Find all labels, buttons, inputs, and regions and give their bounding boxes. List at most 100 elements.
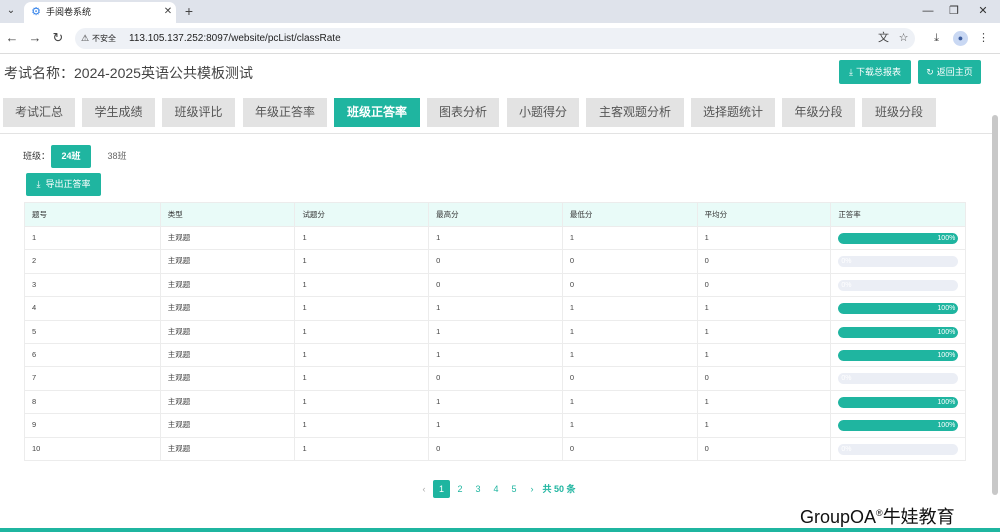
address-bar[interactable]: ⚠ 不安全 113.105.137.252:8097/website/pcList…	[75, 28, 915, 49]
class-option-24[interactable]: 24班	[51, 145, 91, 168]
forward-arrow-icon[interactable]: →	[27, 30, 43, 46]
profile-avatar-icon[interactable]: ●	[953, 31, 968, 46]
restore-icon[interactable]: ❐	[946, 3, 962, 19]
tab-student-scores[interactable]: 学生成绩	[82, 98, 155, 127]
tab-grade-accuracy[interactable]: 年级正答率	[243, 98, 327, 127]
security-indicator[interactable]: ⚠ 不安全	[81, 32, 116, 45]
cell-question-no: 7	[32, 373, 37, 383]
minimize-icon[interactable]: —	[920, 3, 936, 19]
header-min-score: 最低分	[561, 203, 697, 226]
tab-choice-stats[interactable]: 选择题统计	[691, 98, 775, 127]
download-report-button[interactable]: ⤓ 下载总报表	[839, 60, 911, 84]
page-header: 考试名称：2024-2025英语公共模板测试 ⤓ 下载总报表 ↻ 返回主页	[0, 55, 992, 95]
cell-avg-score: 1	[696, 297, 831, 320]
more-menu-icon[interactable]: ⋮	[976, 31, 991, 46]
watermark-reg: ®	[876, 508, 883, 518]
cell-min-score: 0	[561, 250, 697, 273]
warning-icon: ⚠	[81, 33, 90, 43]
tab-subjective-objective[interactable]: 主客观题分析	[586, 98, 684, 127]
accuracy-progress-text: 100%	[937, 398, 956, 406]
tab-class-ranking[interactable]: 班级评比	[162, 98, 235, 127]
cell-avg-score: 0	[696, 250, 831, 273]
browser-tab[interactable]: ⚙ 手阅卷系统 ✕	[24, 2, 176, 23]
accuracy-progress-bar: 0%	[838, 256, 959, 268]
export-accuracy-label: 导出正答率	[45, 179, 91, 189]
header-type: 类型	[159, 203, 295, 226]
page-scrollbar[interactable]	[992, 115, 998, 495]
prev-page-chevron-icon[interactable]: ‹	[418, 480, 430, 498]
return-home-button[interactable]: ↻ 返回主页	[918, 60, 981, 84]
tab-search-chevron-icon[interactable]: ⌄	[4, 4, 18, 18]
download-tray-icon[interactable]: ⤓	[929, 31, 944, 46]
accuracy-progress-bar: 100%	[838, 326, 959, 338]
accuracy-progress-text: 100%	[937, 422, 956, 430]
cell-avg-score: 0	[696, 437, 831, 460]
page-1[interactable]: 1	[433, 480, 450, 498]
export-accuracy-button[interactable]: ⤓ 导出正答率	[26, 173, 101, 196]
cell-full-score: 1	[294, 390, 428, 414]
tab-item-scores[interactable]: 小题得分	[507, 98, 579, 127]
table-row: 9 主观题 1 1 1 1 100%	[25, 413, 965, 437]
cell-max-score: 1	[428, 320, 562, 343]
accuracy-progress-text: 100%	[937, 328, 956, 336]
gear-icon: ⚙	[31, 6, 41, 18]
class-filter-label: 班级：	[23, 151, 51, 161]
reload-icon[interactable]: ↻	[50, 30, 66, 46]
back-arrow-icon[interactable]: ←	[4, 30, 20, 46]
cell-accuracy: 100%	[830, 227, 965, 250]
bottom-accent-bar	[0, 528, 1000, 532]
browser-tabstrip: ⌄ ⚙ 手阅卷系统 ✕ + — ❐ ✕	[0, 0, 1000, 23]
header-accuracy: 正答率	[830, 203, 965, 226]
cell-avg-score: 1	[696, 227, 831, 250]
cell-avg-score: 1	[696, 390, 831, 414]
close-icon[interactable]: ✕	[162, 6, 174, 18]
cell-avg-score: 0	[696, 367, 831, 390]
class-option-38[interactable]: 38班	[97, 145, 137, 168]
download-icon: ⤓	[36, 179, 41, 189]
header-avg-score: 平均分	[696, 203, 831, 226]
accuracy-progress-bar: 0%	[838, 373, 959, 385]
cell-avg-score: 0	[696, 273, 831, 297]
tab-class-segments[interactable]: 班级分段	[862, 98, 936, 127]
accuracy-progress-text: 100%	[937, 305, 956, 313]
cell-max-score: 0	[428, 250, 562, 273]
cell-full-score: 1	[294, 297, 428, 320]
tab-exam-summary[interactable]: 考试汇总	[3, 98, 75, 127]
page-3[interactable]: 3	[471, 480, 485, 498]
cell-avg-score: 1	[696, 343, 831, 367]
cell-question-no: 1	[32, 233, 37, 242]
cell-question-no: 2	[32, 256, 37, 266]
page-5[interactable]: 5	[507, 480, 521, 498]
page-4[interactable]: 4	[489, 480, 503, 498]
url-text[interactable]: 113.105.137.252:8097/website/pcList/clas…	[129, 32, 341, 45]
browser-tab-title: 手阅卷系统	[46, 7, 92, 17]
pagination: ‹ 1 2 3 4 5 › 共 50 条	[0, 480, 1000, 498]
cell-min-score: 0	[561, 273, 697, 297]
page-2[interactable]: 2	[453, 480, 467, 498]
cell-type: 主观题	[159, 343, 295, 367]
new-tab-plus-icon[interactable]: +	[182, 4, 196, 18]
tab-grade-segments[interactable]: 年级分段	[782, 98, 855, 127]
tab-class-accuracy[interactable]: 班级正答率	[334, 98, 420, 127]
cell-type: 主观题	[159, 227, 295, 250]
cell-min-score: 1	[561, 297, 697, 320]
table-row: 7 主观题 1 0 0 0 0%	[25, 366, 965, 390]
cell-type: 主观题	[159, 320, 295, 343]
refresh-icon: ↻	[926, 67, 934, 77]
accuracy-progress-bar: 100%	[838, 420, 959, 432]
cell-max-score: 1	[428, 343, 562, 367]
cell-max-score: 1	[428, 390, 562, 414]
total-count: 共 50 条	[542, 484, 576, 494]
tab-chart-analysis[interactable]: 图表分析	[427, 98, 499, 127]
cell-accuracy: 100%	[830, 414, 965, 437]
cell-min-score: 0	[561, 367, 697, 390]
star-icon[interactable]: ☆	[896, 31, 911, 46]
translate-icon[interactable]: 文	[876, 31, 891, 46]
cell-min-score: 1	[561, 390, 697, 414]
window-close-icon[interactable]: ✕	[975, 3, 991, 19]
cell-question-no: 5	[32, 326, 37, 336]
cell-accuracy: 100%	[830, 343, 965, 367]
accuracy-progress-bar: 100%	[838, 396, 959, 408]
next-page-chevron-icon[interactable]: ›	[526, 480, 538, 498]
table-row: 8 主观题 1 1 1 1 100%	[25, 389, 965, 414]
